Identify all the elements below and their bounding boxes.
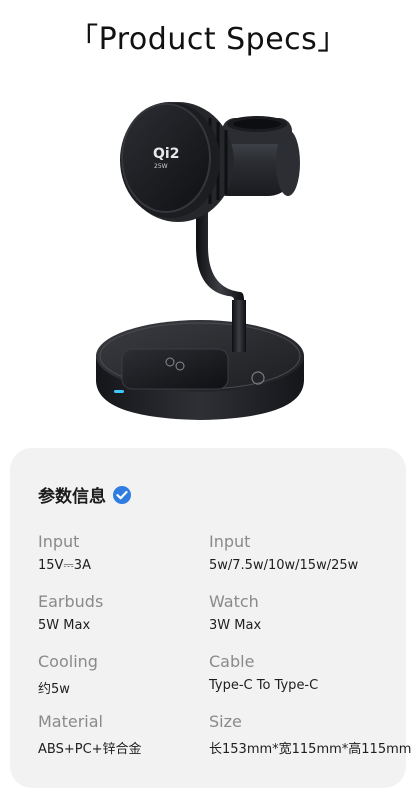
product-image: Qi2 25W <box>0 70 416 430</box>
spec-input-wireless: Input 5w/7.5w/10w/15w/25w <box>209 532 358 573</box>
page-title: 「Product Specs」 <box>68 22 348 57</box>
spec-value: Type-C To Type-C <box>209 678 319 693</box>
spec-material: Material ABS+PC+锌合金 <box>38 712 142 757</box>
spec-cooling: Cooling 约5w <box>38 652 98 697</box>
spec-label: Material <box>38 712 103 731</box>
spec-value: 3W Max <box>209 618 262 633</box>
spec-label: Input <box>38 532 80 551</box>
verified-check-icon <box>112 485 132 505</box>
spec-label: Cooling <box>38 652 98 671</box>
specs-card-header: 参数信息 <box>38 482 132 507</box>
spec-label: Earbuds <box>38 592 104 611</box>
spec-value: 长153mm*宽115mm*高115mm <box>209 742 412 757</box>
specs-card-title: 参数信息 <box>38 487 106 507</box>
qi2-badge: Qi2 <box>153 146 179 162</box>
specs-card: 参数信息 Input 15V⎓3A Input 5w/7.5w/10w/15w/… <box>10 448 411 788</box>
spec-earbuds: Earbuds 5W Max <box>38 592 103 633</box>
spec-label: Cable <box>209 652 255 671</box>
spec-label: Size <box>209 712 242 731</box>
spec-input-power: Input 15V⎓3A <box>38 532 91 573</box>
spec-cable: Cable Type-C To Type-C <box>209 652 318 693</box>
spec-label: Watch <box>209 592 259 611</box>
spec-size: Size 长153mm*宽115mm*高115mm <box>209 712 411 757</box>
spec-watch: Watch 3W Max <box>209 592 261 633</box>
spec-value: 5W Max <box>38 618 91 633</box>
spec-value: 约5w <box>38 682 70 697</box>
wattage-badge: 25W <box>154 163 168 170</box>
spec-value: ABS+PC+锌合金 <box>38 742 142 757</box>
spec-label: Input <box>209 532 251 551</box>
spec-value: 5w/7.5w/10w/15w/25w <box>209 558 359 573</box>
spec-value: 15V⎓3A <box>38 558 91 573</box>
